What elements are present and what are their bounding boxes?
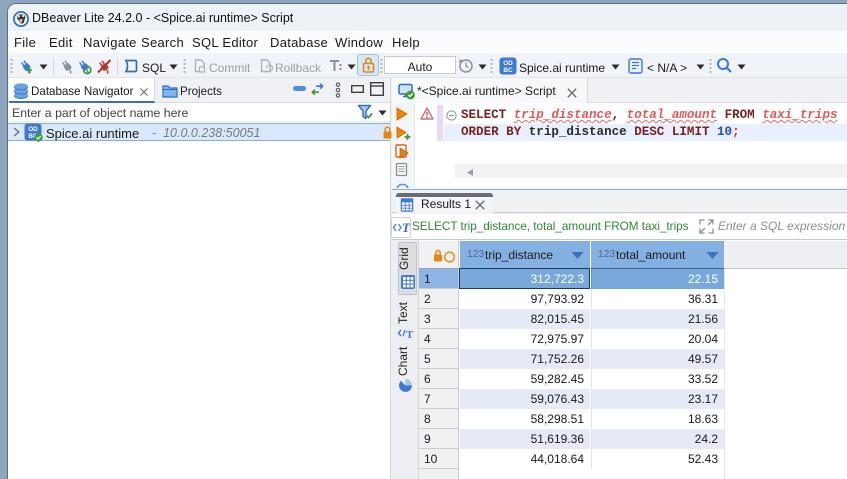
- svg-text:OD: OD: [503, 60, 513, 67]
- svg-text:OD: OD: [28, 126, 38, 133]
- svg-text:BC: BC: [503, 67, 513, 74]
- svg-text:T: T: [402, 220, 410, 235]
- svg-text:T: T: [406, 329, 414, 341]
